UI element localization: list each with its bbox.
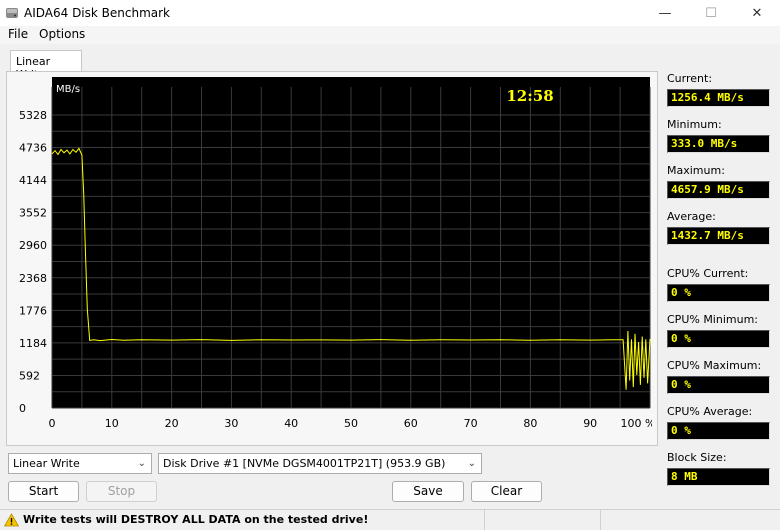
close-button[interactable]: ✕ (734, 0, 780, 26)
y-tick-label: 0 (19, 402, 26, 415)
stat-value: 0 % (667, 422, 770, 440)
save-button[interactable]: Save (392, 481, 464, 502)
start-button[interactable]: Start (8, 481, 79, 502)
stat-value: 8 MB (667, 468, 770, 486)
stat-value: 0 % (667, 284, 770, 302)
status-segment (484, 510, 600, 530)
clear-button[interactable]: Clear (471, 481, 542, 502)
x-tick-label: 40 (284, 417, 298, 430)
x-tick-label: 90 (583, 417, 597, 430)
stat-label: CPU% Maximum: (667, 359, 762, 372)
x-tick-label: 20 (165, 417, 179, 430)
stat-label: Maximum: (667, 164, 725, 177)
y-tick-label: 4736 (19, 142, 47, 155)
x-tick-label: 0 (49, 417, 56, 430)
stat-value: 4657.9 MB/s (667, 181, 770, 199)
drive-select[interactable]: Disk Drive #1 [NVMe DGSM4001TP21T] (953.… (158, 453, 482, 474)
chevron-down-icon: ⌄ (137, 458, 146, 469)
stat-label: Minimum: (667, 118, 722, 131)
status-segment (600, 510, 780, 530)
window-title: AIDA64 Disk Benchmark (24, 6, 171, 20)
x-tick-label: 60 (404, 417, 418, 430)
stat-value: 0 % (667, 376, 770, 394)
stat-label: Block Size: (667, 451, 727, 464)
menu-options[interactable]: Options (39, 27, 85, 41)
maximize-button[interactable]: ☐ (688, 0, 734, 26)
close-icon: ✕ (751, 5, 763, 21)
y-tick-label: 2368 (19, 272, 47, 285)
title-bar: AIDA64 Disk Benchmark — ☐ ✕ (0, 0, 780, 26)
stat-value: 1256.4 MB/s (667, 89, 770, 107)
minimize-icon: — (658, 5, 672, 21)
minimize-button[interactable]: — (642, 0, 688, 26)
stat-label: Current: (667, 72, 713, 85)
stat-label: CPU% Current: (667, 267, 749, 280)
status-bar: Write tests will DESTROY ALL DATA on the… (0, 509, 780, 530)
stat-value: 1432.7 MB/s (667, 227, 770, 245)
disk-icon (6, 8, 18, 18)
x-tick-label: 100 % (621, 417, 652, 430)
test-type-select[interactable]: Linear Write ⌄ (8, 453, 152, 474)
x-tick-label: 80 (523, 417, 537, 430)
stat-label: Average: (667, 210, 716, 223)
x-tick-label: 70 (464, 417, 478, 430)
drive-value: Disk Drive #1 [NVMe DGSM4001TP21T] (953.… (163, 457, 446, 470)
x-tick-label: 10 (105, 417, 119, 430)
warning-icon (4, 513, 19, 527)
stat-label: CPU% Minimum: (667, 313, 758, 326)
y-tick-label: 1184 (19, 337, 47, 350)
x-tick-label: 50 (344, 417, 358, 430)
chevron-down-icon: ⌄ (467, 458, 476, 469)
menu-bar: File Options (0, 26, 780, 44)
maximize-icon: ☐ (705, 5, 717, 21)
y-tick-label: 2960 (19, 239, 47, 252)
stat-label: CPU% Average: (667, 405, 753, 418)
menu-file[interactable]: File (8, 27, 28, 41)
x-tick-label: 30 (224, 417, 238, 430)
status-message: Write tests will DESTROY ALL DATA on the… (23, 513, 369, 526)
stat-value: 333.0 MB/s (667, 135, 770, 153)
y-tick-label: 592 (19, 369, 40, 382)
y-tick-label: 1776 (19, 304, 47, 317)
benchmark-chart: 0 592 1184 1776 2368 2960 3552 4144 4736 5328 0 10 2… (19, 77, 652, 430)
y-tick-label: 4144 (19, 174, 47, 187)
y-tick-label: 5328 (19, 109, 47, 122)
y-tick-label: 3552 (19, 207, 47, 220)
test-type-value: Linear Write (13, 457, 80, 470)
elapsed-timer: 12:58 (506, 87, 553, 105)
tab-linear-write[interactable]: Linear Write (10, 50, 82, 81)
stop-button[interactable]: Stop (86, 481, 157, 502)
y-axis-unit: MB/s (56, 84, 80, 95)
stat-value: 0 % (667, 330, 770, 348)
